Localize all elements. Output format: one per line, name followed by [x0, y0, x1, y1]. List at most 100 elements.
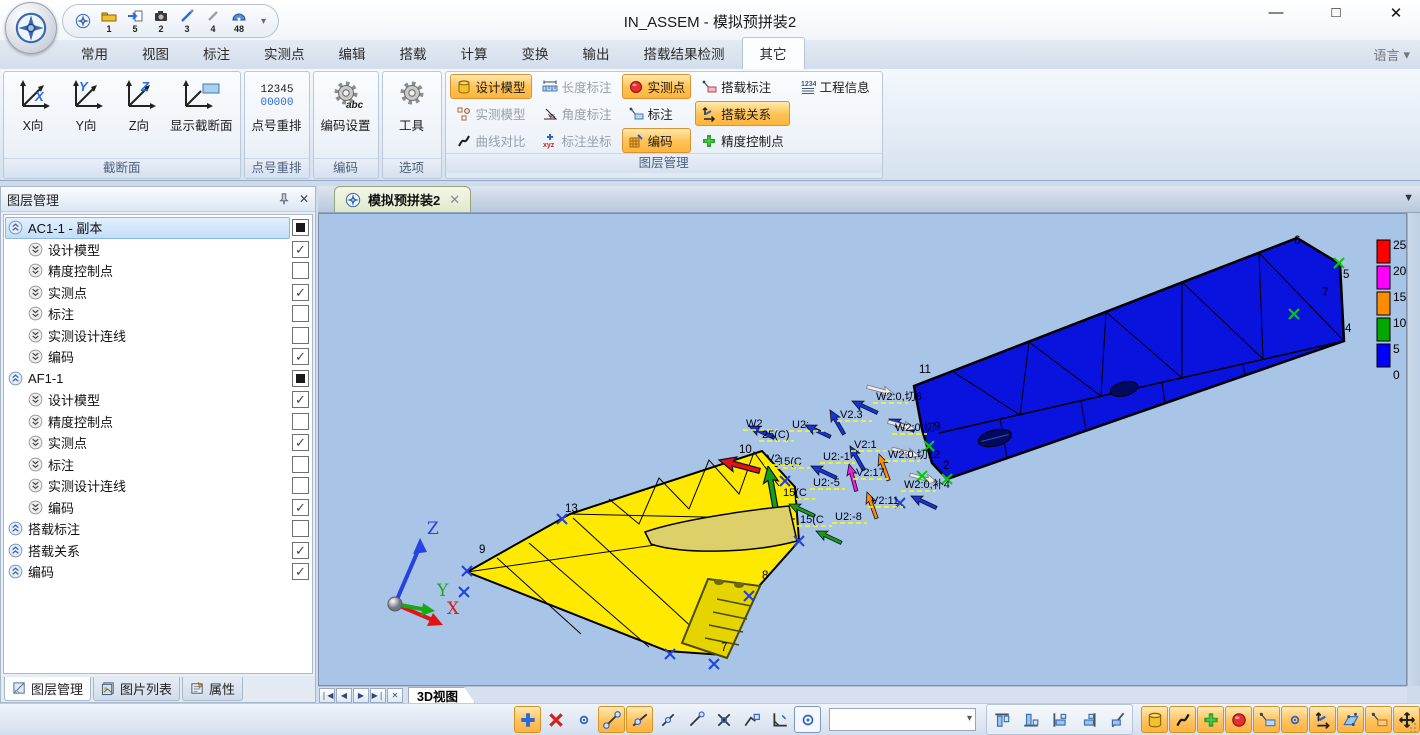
point-button[interactable]	[570, 706, 597, 733]
tree-item-搭载标注[interactable]: 搭载标注	[4, 518, 312, 540]
pin-icon[interactable]	[277, 192, 291, 206]
ribbon-button-长度标注[interactable]: 长度标注	[536, 74, 618, 99]
document-tab[interactable]: 模拟预拼装2 ✕	[334, 186, 471, 212]
chevron-down-icon[interactable]	[28, 263, 43, 278]
tree-item-设计模型[interactable]: 设计模型✓	[4, 389, 312, 411]
viewport-3d[interactable]: 2520151050ZYXW2:0,切6V2.3U2:W225(C)W2:0,切…	[318, 213, 1407, 686]
align-diagonal-button[interactable]	[1104, 706, 1131, 733]
tree-item-编码[interactable]: 编码✓	[4, 561, 312, 583]
polyline-button[interactable]	[738, 706, 765, 733]
visibility-checkbox[interactable]: ✓	[292, 284, 309, 301]
view-nav-button-2[interactable]: ▶	[353, 688, 369, 703]
visibility-checkbox[interactable]	[292, 370, 309, 387]
ribbon-tab-搭载结果检测[interactable]: 搭载结果检测	[627, 38, 742, 69]
visibility-checkbox[interactable]: ✓	[292, 348, 309, 365]
ribbon-button-编码设置[interactable]: abc编码设置	[317, 75, 375, 158]
view-nav-button-3[interactable]: ▶❘	[370, 688, 386, 703]
ribbon-button-工具[interactable]: 工具	[386, 75, 438, 158]
chevron-up-icon[interactable]	[8, 521, 23, 536]
ribbon-button-精度控制点[interactable]: 精度控制点	[695, 128, 790, 153]
visibility-checkbox[interactable]	[292, 520, 309, 537]
language-button[interactable]: 语言 ▾	[1373, 45, 1410, 64]
ribbon-tab-实测点[interactable]: 实测点	[247, 38, 322, 69]
line-end-button[interactable]	[682, 706, 709, 733]
visibility-checkbox[interactable]	[292, 413, 309, 430]
ribbon-button-标注坐标[interactable]: xyz标注坐标	[536, 128, 618, 153]
chevron-down-icon[interactable]	[28, 328, 43, 343]
tab-overflow-icon[interactable]: ▼	[1403, 192, 1414, 204]
tree-item-编码[interactable]: 编码✓	[4, 346, 312, 368]
view-nav-button-4[interactable]: ✕	[387, 688, 403, 703]
chevron-down-icon[interactable]	[28, 349, 43, 364]
selection-combobox[interactable]: ▾	[829, 708, 976, 731]
chevron-down-icon[interactable]	[28, 414, 43, 429]
visibility-checkbox[interactable]: ✓	[292, 499, 309, 516]
qat-button[interactable]: 48	[231, 8, 247, 34]
tree-item-实测点[interactable]: 实测点✓	[4, 282, 312, 304]
chevron-down-icon[interactable]	[28, 242, 43, 257]
view-nav-button-0[interactable]: ❘◀	[319, 688, 335, 703]
ribbon-button-X向[interactable]: XX向	[7, 75, 59, 158]
ribbon-tab-计算[interactable]: 计算	[444, 38, 505, 69]
chevron-down-icon[interactable]	[28, 306, 43, 321]
viewport-scrollbar[interactable]	[1407, 213, 1420, 686]
app-menu-button[interactable]	[5, 2, 57, 54]
tree-item-搭载关系[interactable]: 搭载关系✓	[4, 540, 312, 562]
circled-point-button[interactable]	[794, 706, 821, 733]
measured-point-button[interactable]	[1225, 706, 1252, 733]
view-tab-3d[interactable]: 3D视图	[408, 687, 475, 703]
ribbon-button-设计模型[interactable]: 设计模型	[450, 74, 532, 99]
ribbon-tab-标注[interactable]: 标注	[186, 38, 247, 69]
visibility-checkbox[interactable]: ✓	[292, 434, 309, 451]
ribbon-button-Z向[interactable]: ZZ向	[113, 75, 165, 158]
annotation-button[interactable]	[1253, 706, 1280, 733]
ribbon-button-Y向[interactable]: YY向	[60, 75, 112, 158]
line-center-button[interactable]	[654, 706, 681, 733]
tree-item-标注[interactable]: 标注	[4, 454, 312, 476]
perpendicular-button[interactable]	[766, 706, 793, 733]
design-model-button[interactable]	[1141, 706, 1168, 733]
chevron-down-icon[interactable]	[28, 478, 43, 493]
tree-item-AC1-1 - 副本[interactable]: AC1-1 - 副本	[4, 217, 312, 239]
qat-button[interactable]: 1	[101, 8, 117, 34]
qat-more-button[interactable]: ▾	[261, 16, 266, 27]
curve-button[interactable]	[1169, 706, 1196, 733]
ribbon-tab-编辑[interactable]: 编辑	[322, 38, 383, 69]
visibility-checkbox[interactable]	[292, 456, 309, 473]
chevron-down-icon[interactable]	[28, 435, 43, 450]
align-bottom-button[interactable]	[1017, 706, 1044, 733]
visibility-checkbox[interactable]: ✓	[292, 391, 309, 408]
line-two-points-button[interactable]	[598, 706, 625, 733]
ribbon-button-工程信息[interactable]: 1234工程信息	[794, 74, 876, 99]
ribbon-button-曲线对比[interactable]: 曲线对比	[450, 128, 532, 153]
chevron-down-icon[interactable]	[28, 500, 43, 515]
chevron-up-icon[interactable]	[8, 564, 23, 579]
ribbon-tab-常用[interactable]: 常用	[64, 38, 125, 69]
qat-button[interactable]: 4	[205, 8, 221, 34]
tree-item-设计模型[interactable]: 设计模型✓	[4, 239, 312, 261]
ribbon-button-编码[interactable]: 编码	[622, 128, 692, 153]
visibility-checkbox[interactable]: ✓	[292, 542, 309, 559]
tree-item-精度控制点[interactable]: 精度控制点	[4, 411, 312, 433]
ribbon-button-显示截断面[interactable]: 显示截断面	[166, 75, 237, 158]
close-button[interactable]: ✕	[1386, 4, 1406, 22]
align-right-button[interactable]	[1075, 706, 1102, 733]
precision-point-button[interactable]	[1197, 706, 1224, 733]
panel-tab-图片列表[interactable]: 图片列表	[93, 677, 180, 701]
ribbon-button-搭载关系[interactable]: 搭载关系	[695, 101, 790, 126]
qat-button[interactable]	[75, 13, 91, 30]
chevron-up-icon[interactable]	[8, 371, 23, 386]
ribbon-tab-变换[interactable]: 变换	[505, 38, 566, 69]
chevron-down-icon[interactable]	[28, 392, 43, 407]
ribbon-tab-视图[interactable]: 视图	[125, 38, 186, 69]
tree-item-编码[interactable]: 编码✓	[4, 497, 312, 519]
ribbon-button-实测点[interactable]: 实测点	[622, 74, 692, 99]
tree-item-AF1-1[interactable]: AF1-1	[4, 368, 312, 390]
align-left-button[interactable]	[1046, 706, 1073, 733]
ribbon-button-标注[interactable]: 标注	[622, 101, 692, 126]
minimize-button[interactable]: —	[1266, 4, 1286, 22]
mount-relation-button[interactable]	[1309, 706, 1336, 733]
ribbon-tab-搭载[interactable]: 搭载	[383, 38, 444, 69]
tree-item-标注[interactable]: 标注	[4, 303, 312, 325]
add-point-button[interactable]	[514, 706, 541, 733]
